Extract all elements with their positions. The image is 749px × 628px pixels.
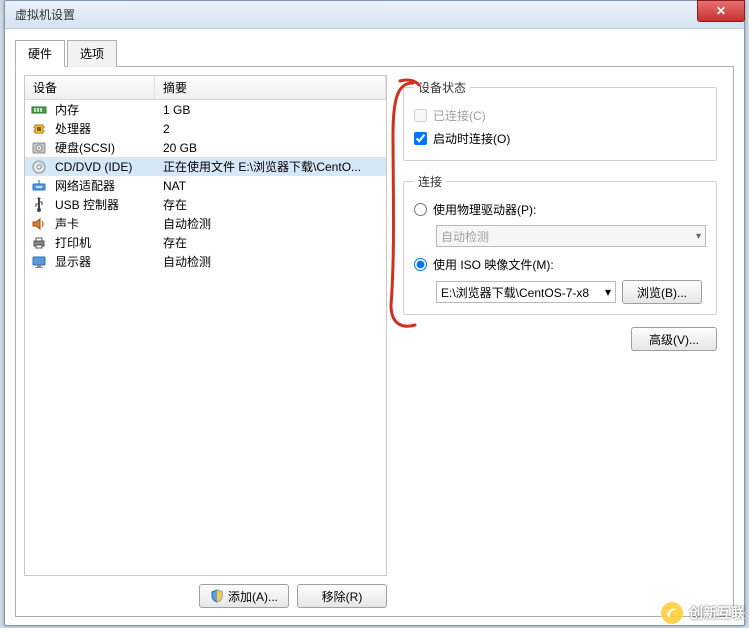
tab-hardware[interactable]: 硬件 bbox=[15, 40, 65, 67]
col-device[interactable]: 设备 bbox=[25, 76, 155, 99]
shield-icon bbox=[210, 589, 224, 603]
watermark-icon bbox=[661, 602, 683, 624]
tab-options[interactable]: 选项 bbox=[67, 40, 117, 67]
window-title: 虚拟机设置 bbox=[15, 6, 75, 23]
add-button[interactable]: 添加(A)... bbox=[199, 584, 289, 608]
col-summary[interactable]: 摘要 bbox=[155, 76, 386, 99]
hardware-list: 设备 摘要 内存 1 GB 处理器 2 硬盘(SCSI) 20 GB CD/DV… bbox=[24, 75, 387, 576]
hardware-row[interactable]: 硬盘(SCSI) 20 GB bbox=[25, 138, 386, 157]
tab-strip: 硬件 选项 bbox=[15, 39, 734, 67]
physical-radio[interactable] bbox=[414, 203, 427, 216]
device-summary: 1 GB bbox=[155, 103, 386, 117]
watermark: 创新互联 bbox=[661, 602, 745, 624]
hardware-row[interactable]: 网络适配器 NAT bbox=[25, 176, 386, 195]
poweron-checkbox-row[interactable]: 启动时连接(O) bbox=[414, 127, 706, 150]
device-name: 网络适配器 bbox=[53, 177, 155, 194]
vm-settings-dialog: 虚拟机设置 ✕ 硬件 选项 设备 摘要 内存 1 GB 处理器 2 硬盘 bbox=[4, 0, 745, 626]
hardware-row[interactable]: USB 控制器 存在 bbox=[25, 195, 386, 214]
chevron-down-icon: ▾ bbox=[696, 231, 701, 242]
disk-icon bbox=[31, 140, 47, 156]
hardware-row[interactable]: CD/DVD (IDE) 正在使用文件 E:\浏览器下载\CentO... bbox=[25, 157, 386, 176]
titlebar: 虚拟机设置 ✕ bbox=[5, 1, 744, 29]
hardware-row[interactable]: 显示器 自动检测 bbox=[25, 252, 386, 271]
sound-icon bbox=[31, 216, 47, 232]
connected-checkbox[interactable] bbox=[414, 109, 427, 122]
device-name: 打印机 bbox=[53, 234, 155, 251]
watermark-text: 创新互联 bbox=[689, 603, 745, 623]
hardware-rows: 内存 1 GB 处理器 2 硬盘(SCSI) 20 GB CD/DVD (IDE… bbox=[25, 100, 386, 575]
printer-icon bbox=[31, 235, 47, 251]
memory-icon bbox=[31, 102, 47, 118]
remove-button[interactable]: 移除(R) bbox=[297, 584, 387, 608]
hardware-list-header: 设备 摘要 bbox=[25, 76, 386, 100]
hardware-buttons: 添加(A)... 移除(R) bbox=[24, 576, 387, 608]
connection-group: 连接 使用物理驱动器(P): 自动检测 ▾ 使用 ISO 映像文件(M): bbox=[403, 173, 717, 315]
device-name: CD/DVD (IDE) bbox=[53, 160, 155, 174]
device-name: 声卡 bbox=[53, 215, 155, 232]
iso-radio[interactable] bbox=[414, 258, 427, 271]
connected-checkbox-row[interactable]: 已连接(C) bbox=[414, 104, 706, 127]
hardware-row[interactable]: 处理器 2 bbox=[25, 119, 386, 138]
device-summary: 正在使用文件 E:\浏览器下载\CentO... bbox=[155, 158, 386, 175]
connection-legend: 连接 bbox=[414, 173, 446, 190]
device-name: 处理器 bbox=[53, 120, 155, 137]
hardware-row[interactable]: 内存 1 GB bbox=[25, 100, 386, 119]
close-button[interactable]: ✕ bbox=[697, 0, 745, 22]
physical-drive-select[interactable]: 自动检测 ▾ bbox=[436, 225, 706, 247]
cpu-icon bbox=[31, 121, 47, 137]
device-name: 硬盘(SCSI) bbox=[53, 139, 155, 156]
device-summary: NAT bbox=[155, 179, 386, 193]
tab-panel: 设备 摘要 内存 1 GB 处理器 2 硬盘(SCSI) 20 GB CD/DV… bbox=[15, 67, 734, 617]
device-status-group: 设备状态 已连接(C) 启动时连接(O) bbox=[403, 79, 717, 161]
display-icon bbox=[31, 254, 47, 270]
usb-icon bbox=[31, 197, 47, 213]
device-summary: 自动检测 bbox=[155, 215, 386, 232]
device-status-legend: 设备状态 bbox=[414, 79, 470, 96]
device-name: 内存 bbox=[53, 101, 155, 118]
net-icon bbox=[31, 178, 47, 194]
hardware-list-pane: 设备 摘要 内存 1 GB 处理器 2 硬盘(SCSI) 20 GB CD/DV… bbox=[24, 75, 387, 608]
device-name: 显示器 bbox=[53, 253, 155, 270]
device-summary: 2 bbox=[155, 122, 386, 136]
browse-button[interactable]: 浏览(B)... bbox=[622, 280, 702, 304]
hardware-row[interactable]: 声卡 自动检测 bbox=[25, 214, 386, 233]
device-name: USB 控制器 bbox=[53, 196, 155, 213]
hardware-row[interactable]: 打印机 存在 bbox=[25, 233, 386, 252]
device-summary: 存在 bbox=[155, 234, 386, 251]
iso-radio-row[interactable]: 使用 ISO 映像文件(M): bbox=[414, 253, 706, 276]
poweron-checkbox[interactable] bbox=[414, 132, 427, 145]
device-detail-pane: 设备状态 已连接(C) 启动时连接(O) 连接 使用物理驱动器(P): bbox=[395, 75, 725, 608]
chevron-down-icon: ▾ bbox=[605, 285, 611, 299]
device-summary: 存在 bbox=[155, 196, 386, 213]
advanced-button[interactable]: 高级(V)... bbox=[631, 327, 717, 351]
device-summary: 自动检测 bbox=[155, 253, 386, 270]
iso-path-combo[interactable]: E:\浏览器下载\CentOS-7-x8 ▾ bbox=[436, 281, 616, 303]
close-icon: ✕ bbox=[716, 4, 726, 18]
device-summary: 20 GB bbox=[155, 141, 386, 155]
cd-icon bbox=[31, 159, 47, 175]
physical-radio-row[interactable]: 使用物理驱动器(P): bbox=[414, 198, 706, 221]
